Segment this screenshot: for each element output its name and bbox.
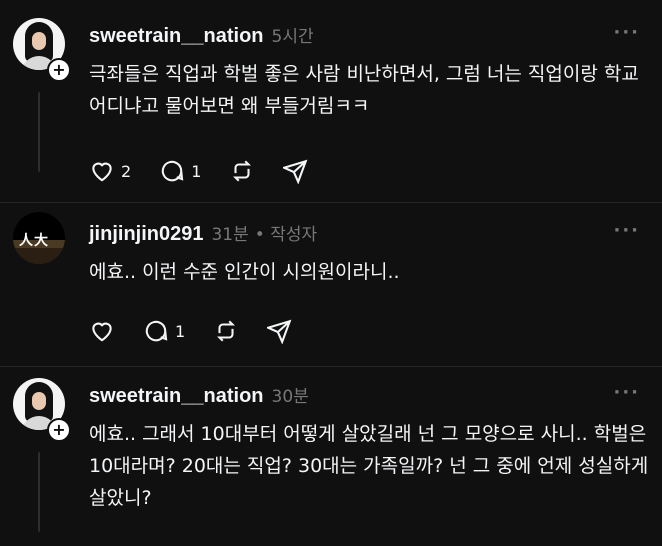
post-header: sweetrain__nation 5시간 <box>89 22 314 48</box>
repost-button[interactable] <box>229 158 255 184</box>
more-icon[interactable]: ··· <box>613 22 640 43</box>
timestamp: 30분 <box>271 387 309 407</box>
like-count: 2 <box>121 161 132 181</box>
share-button[interactable] <box>283 158 309 184</box>
reply-count: 1 <box>191 161 202 181</box>
timestamp: 31분 <box>211 225 249 245</box>
post-text: 극좌들은 직업과 학벌 좋은 사람 비난하면서, 그럼 너는 직업이랑 학교 어… <box>89 63 639 117</box>
thread-line <box>38 452 40 532</box>
thread-line <box>38 92 40 172</box>
like-button[interactable] <box>89 318 115 344</box>
post-text: 에효.. 그래서 10대부터 어떻게 살았길래 넌 그 모양으로 사니.. 학벌… <box>89 423 649 509</box>
share-icon <box>283 159 308 184</box>
reply-count: 1 <box>175 321 186 341</box>
divider <box>0 202 662 203</box>
more-icon[interactable]: ··· <box>613 220 640 241</box>
avatar-logo-text: 人大 <box>19 233 49 249</box>
heart-icon <box>92 162 112 182</box>
share-icon <box>267 319 292 344</box>
action-bar: 1 <box>89 318 321 344</box>
more-icon[interactable]: ··· <box>613 382 640 403</box>
username[interactable]: sweetrain__nation <box>89 25 264 48</box>
author-badge: • 작성자 <box>254 225 318 245</box>
username[interactable]: jinjinjin0291 <box>89 223 203 246</box>
username[interactable]: sweetrain__nation <box>89 385 264 408</box>
avatar[interactable]: 人大 <box>13 212 65 264</box>
divider <box>0 366 662 367</box>
post-header: sweetrain__nation 30분 <box>89 382 309 408</box>
post-text: 에효.. 이런 수준 인간이 시의원이라니.. <box>89 261 400 283</box>
comment-icon <box>161 160 184 182</box>
post-header: jinjinjin0291 31분 • 작성자 <box>89 220 317 246</box>
repost-button[interactable] <box>213 318 239 344</box>
action-bar: 2 1 <box>89 158 337 184</box>
like-button[interactable]: 2 <box>89 158 131 184</box>
heart-icon <box>92 322 112 342</box>
reply-button[interactable]: 1 <box>143 318 185 344</box>
repost-icon <box>233 160 252 182</box>
reply-button[interactable]: 1 <box>159 158 201 184</box>
repost-icon <box>217 320 236 342</box>
follow-plus-icon[interactable]: + <box>47 418 71 442</box>
share-button[interactable] <box>267 318 293 344</box>
timestamp: 5시간 <box>271 27 314 47</box>
comment-icon <box>145 320 168 342</box>
follow-plus-icon[interactable]: + <box>47 58 71 82</box>
